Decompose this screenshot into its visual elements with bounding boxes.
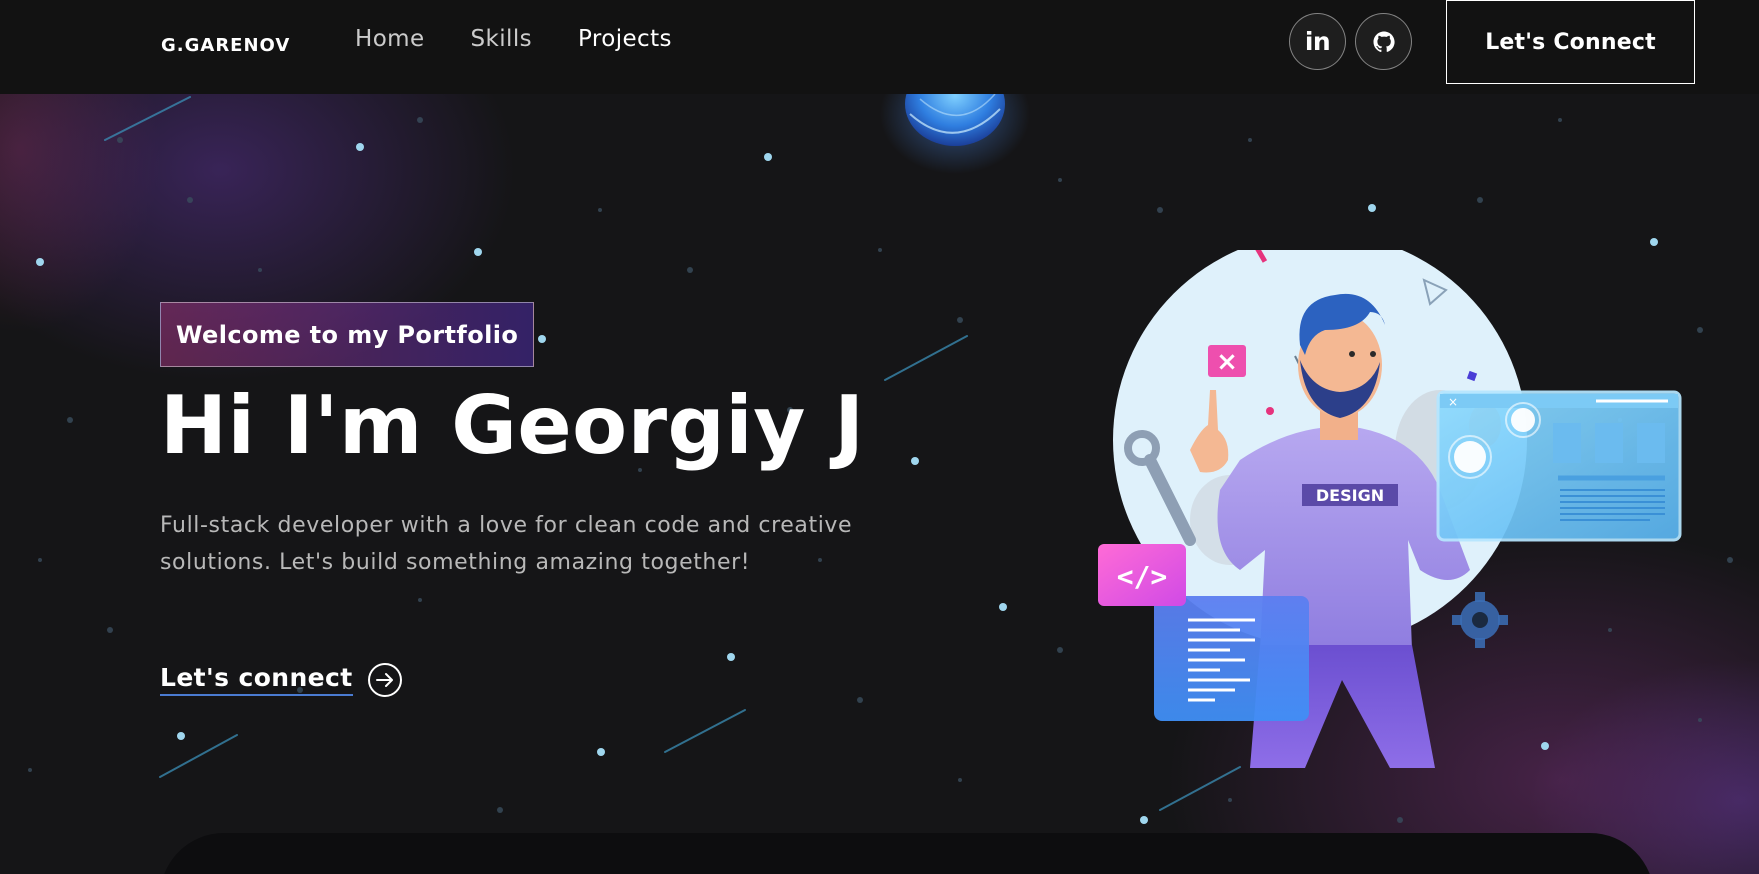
nav-links: Home Skills Projects — [355, 26, 718, 52]
lets-connect-link[interactable]: Let's connect — [160, 662, 403, 698]
developer-illustration: DESIGN × × </> — [1098, 250, 1682, 768]
linkedin-button[interactable]: in — [1289, 13, 1346, 70]
svg-text:×: × — [1216, 347, 1238, 377]
code-tag: </> — [1117, 560, 1168, 593]
nav-link-projects[interactable]: Projects — [578, 26, 672, 52]
nav-link-home[interactable]: Home — [355, 26, 425, 52]
cta-label: Let's connect — [160, 663, 353, 696]
tagline-badge: Welcome to my Portfolio — [160, 302, 535, 367]
hero-title: Hi I'm Georgiy J — [160, 379, 865, 472]
hero-description: Full-stack developer with a love for cle… — [160, 513, 853, 575]
github-icon — [1373, 31, 1395, 52]
shirt-label: DESIGN — [1316, 486, 1384, 505]
navbar: G.GARENOV Home Skills Projects in Let's … — [0, 0, 1759, 94]
planet-graphic — [880, 84, 1030, 174]
logo[interactable]: G.GARENOV — [161, 35, 290, 56]
github-button[interactable] — [1355, 13, 1412, 70]
nav-link-skills[interactable]: Skills — [471, 26, 532, 52]
linkedin-icon: in — [1304, 27, 1331, 56]
next-section-card — [160, 833, 1654, 874]
arrow-right-circle-icon — [367, 663, 402, 697]
svg-text:×: × — [1448, 395, 1458, 409]
connect-button[interactable]: Let's Connect — [1446, 0, 1695, 84]
